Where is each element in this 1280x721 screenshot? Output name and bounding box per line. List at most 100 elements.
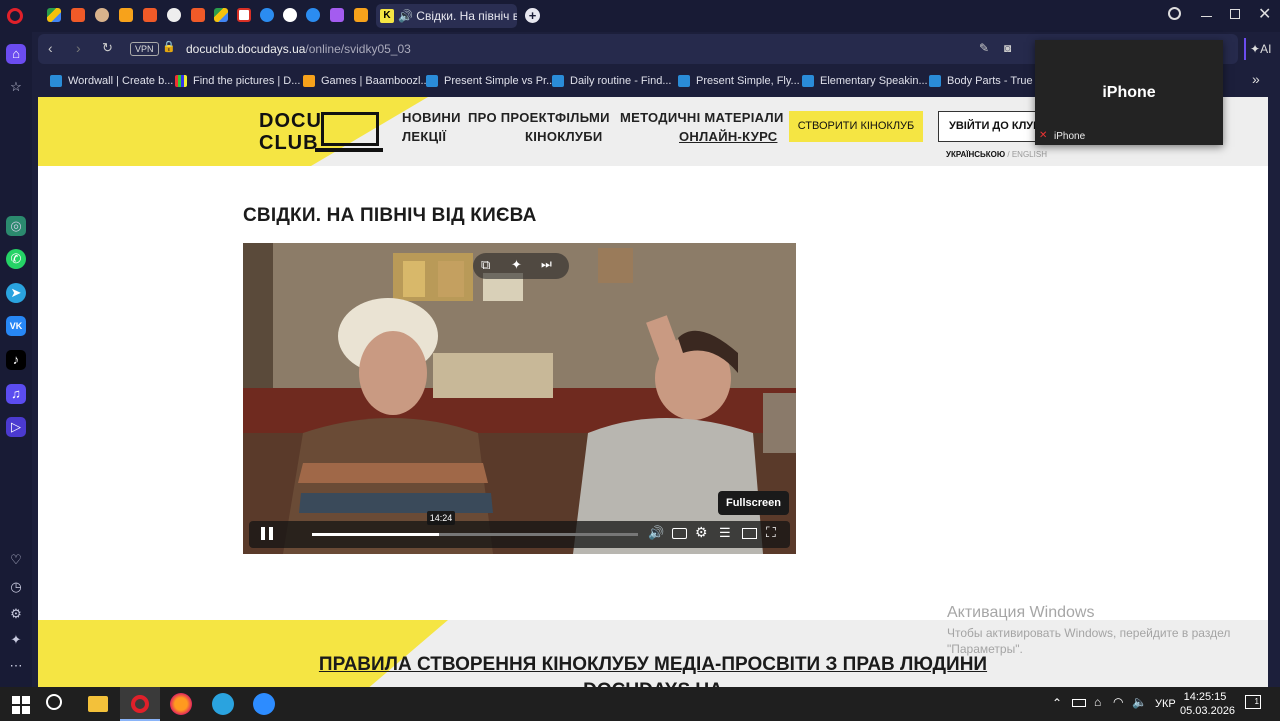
skip-next-icon[interactable]: ⏭ [541,257,552,272]
minimize-icon[interactable] [1201,16,1212,17]
tab-icon-f3[interactable] [191,8,205,22]
tab-icon-b[interactable] [119,8,133,22]
lang-english[interactable]: ENGLISH [1012,150,1047,159]
windows-start-icon[interactable] [12,696,30,714]
bookmark-item[interactable]: Find the pictures | D... [175,72,300,90]
tab-icon-in[interactable] [354,8,368,22]
player-icon[interactable]: ▷ [6,417,26,437]
show-hidden-icons[interactable]: ⌃ [1052,696,1062,710]
volume-icon[interactable]: 🔊 [648,525,664,541]
more-icon[interactable]: ⋯ [6,656,26,676]
nav-lectures[interactable]: ЛЕКЦІЇ [402,129,446,144]
vpn-badge[interactable]: VPN [130,42,159,56]
file-explorer-icon[interactable] [88,696,108,712]
clock[interactable]: 14:25:15 05.03.2026 [1180,690,1235,718]
bookmark-item[interactable]: Elementary Speakin... [802,72,928,90]
bookmark-item[interactable]: Games | Baamboozl... [303,72,430,90]
zoom-icon[interactable] [253,693,275,715]
nav-online-course[interactable]: ОНЛАЙН-КУРС [679,129,777,144]
whatsapp-icon[interactable]: ✆ [6,249,26,269]
nav-methods[interactable]: МЕТОДИЧНІ МАТЕРІАЛИ [620,110,784,125]
bookmark-item[interactable]: Present Simple vs Pr... [426,72,555,90]
tab-icon-c[interactable] [260,8,274,22]
tab-icon-avatar[interactable] [95,8,109,22]
active-tab[interactable]: K 🔊 Свідки. На північ від [376,4,517,28]
chatgpt-icon[interactable]: ◎ [6,216,26,236]
url-text[interactable]: docuclub.docudays.ua/online/svidky05_03 [186,42,411,56]
chapters-icon[interactable]: ☰ [719,525,731,541]
camera-icon[interactable]: ◙ [1004,41,1011,55]
docuclub-logo[interactable]: DOCU CLUB [259,110,384,155]
settings-gear-icon[interactable]: ⚙ [695,524,708,541]
reload-icon[interactable]: ↻ [102,40,113,56]
telegram-icon[interactable]: ➤ [6,283,26,303]
search-tabs-icon[interactable] [1168,7,1181,20]
opera-logo-icon[interactable] [7,8,23,24]
nav-about[interactable]: ПРО ПРОЕКТ [468,110,555,125]
heart-icon[interactable]: ♡ [6,550,26,570]
settings-icon[interactable]: ⚙ [6,604,26,624]
language-indicator[interactable]: УКР [1155,698,1176,710]
notification-icon[interactable]: 1 [1245,695,1261,709]
telegram-taskbar-icon[interactable] [212,693,234,715]
rules-link[interactable]: ПРАВИЛА СТВОРЕННЯ КІНОКЛУБУ МЕДІА-ПРОСВІ… [38,652,1268,687]
nav-clubs[interactable]: КІНОКЛУБИ [525,129,603,144]
lang-ukrainian[interactable]: УКРАЇНСЬКОЮ [946,150,1005,159]
search-icon[interactable] [46,694,62,710]
gmail-tab-icon[interactable] [237,8,251,22]
history-icon[interactable]: ◷ [6,577,26,597]
music-player-icon[interactable]: ♫ [6,384,26,404]
web-page: DOCU CLUB НОВИНИ ПРО ПРОЕКТ ФІЛЬМИ МЕТОД… [38,97,1268,687]
video-player[interactable]: ⧉ ✦ ⏭ Fullscreen 14:24 🔊 ⚙ ☰ ⛶ [243,243,796,554]
opera-taskbar-active[interactable] [120,687,160,721]
maximize-icon[interactable] [1230,9,1240,19]
tab-icon-f[interactable] [71,8,85,22]
bookmark-item[interactable]: Wordwall | Create b... [50,72,173,90]
speaker-icon[interactable]: 🔊 [398,9,413,23]
wifi-icon[interactable]: ◠ [1113,695,1123,709]
tab-icon-f2[interactable] [143,8,157,22]
tiktok-icon[interactable]: ♪ [6,350,26,370]
bookmarks-more-icon[interactable]: » [1252,71,1260,87]
volume-tray-icon[interactable]: 🔈 [1132,695,1147,709]
lock-icon[interactable]: 🔒 [162,40,176,53]
video-top-controls: ⧉ ✦ ⏭ [473,253,569,279]
bookmark-item[interactable]: Present Simple, Fly... [678,72,800,90]
back-icon[interactable]: ‹ [48,40,53,56]
battery-icon[interactable] [1072,699,1086,707]
nav-news[interactable]: НОВИНИ [402,110,461,125]
firefox-icon[interactable] [170,693,192,715]
progress-track[interactable] [312,533,638,536]
nav-films[interactable]: ФІЛЬМИ [555,110,610,125]
lightbulb-icon[interactable]: ✦ [6,630,26,650]
watermark-title: Активация Windows [947,604,1095,621]
create-club-button[interactable]: СТВОРИТИ КІНОКЛУБ [789,111,923,142]
google-drive-tab-icon-2[interactable] [214,8,228,22]
pin-icon[interactable]: ☆ [6,77,26,97]
captions-icon[interactable] [672,528,687,539]
close-window-icon[interactable]: ✕ [1258,4,1271,24]
chatgpt-tab-icon[interactable] [283,8,297,22]
fullscreen-icon[interactable]: ⛶ [766,524,776,541]
miniplayer-icon[interactable] [742,528,757,539]
laptop-base [315,148,383,152]
edit-icon[interactable]: ✎ [979,41,989,55]
tab-icon-c2[interactable] [306,8,320,22]
ai-button[interactable]: ✦AI [1244,38,1276,60]
vk-icon[interactable]: VK [6,316,26,336]
google-drive-tab-icon[interactable] [47,8,61,22]
pause-icon[interactable] [261,527,265,540]
iphone-mirror-window[interactable]: iPhone ✕ iPhone [1035,40,1223,145]
new-tab-button[interactable]: + [525,8,540,23]
network-icon[interactable]: ⌂ [1094,695,1101,709]
wordwall-icon [50,75,62,87]
tab-icon-purple[interactable] [330,8,344,22]
ai-enhance-icon[interactable]: ✦ [511,257,522,273]
picture-in-picture-icon[interactable]: ⧉ [481,257,490,273]
lang-separator: / [1007,150,1010,159]
bookmark-item[interactable]: Daily routine - Find... [552,72,671,90]
windows-activation-watermark: Активация Windows Чтобы активировать Win… [947,604,1230,656]
forward-icon[interactable]: › [76,40,81,56]
home-icon[interactable]: ⌂ [6,44,26,64]
tab-icon-dark[interactable] [167,8,181,22]
